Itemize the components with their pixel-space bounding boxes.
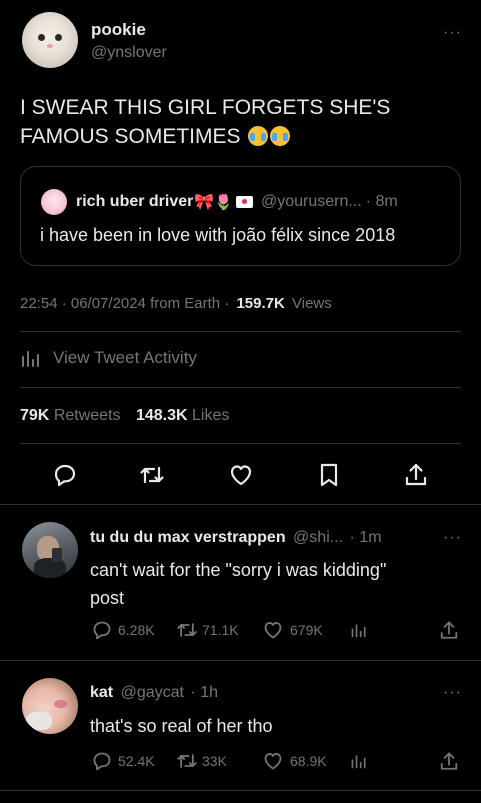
reply-button[interactable]: 52.4K (92, 751, 155, 771)
reply-icon (93, 621, 111, 640)
quote-text: i have been in love with joão félix sinc… (40, 225, 396, 245)
retweet-icon[interactable] (139, 463, 165, 487)
views-count: 159.7K (236, 295, 285, 312)
bookmark-icon[interactable] (318, 462, 340, 488)
analytics-icon[interactable] (350, 752, 368, 770)
share-icon[interactable] (439, 620, 459, 641)
like-icon (264, 753, 282, 770)
reply-button[interactable]: 6.28K (92, 620, 155, 640)
divider (20, 443, 461, 444)
reply-avatar[interactable] (22, 678, 78, 734)
tweet-meta: 22:54 · 06/07/2024 from Earth · 159.7K V… (20, 295, 332, 312)
like-button[interactable]: 679K (262, 620, 323, 640)
tweet-timestamp[interactable]: 22:54 · 06/07/2024 from Earth · (20, 295, 229, 312)
reply-time: · 1m (349, 529, 382, 546)
reply-handle[interactable]: @gaycat (121, 684, 184, 701)
tweet-text: I SWEAR THIS GIRL FORGETS SHE'S FAMOUS S… (20, 93, 390, 151)
retweet-count: 71.1K (202, 622, 239, 638)
quote-display-name[interactable]: rich uber driver (76, 193, 193, 211)
like-button[interactable]: 68.9K (262, 751, 327, 771)
retweets-stat[interactable]: 79K Retweets (20, 407, 121, 424)
retweet-button[interactable]: 71.1K (176, 620, 239, 640)
tulip-emoji-icon: 🌷 (214, 194, 233, 211)
analytics-icon[interactable] (350, 621, 368, 639)
author-avatar[interactable] (22, 12, 78, 68)
more-options-icon[interactable]: ··· (443, 530, 462, 546)
tweet-text-line-2: FAMOUS SOMETIMES (20, 125, 241, 148)
reply-count: 6.28K (118, 622, 155, 638)
more-options-icon[interactable]: ··· (443, 685, 462, 701)
share-icon[interactable] (439, 751, 459, 772)
divider (20, 331, 461, 332)
reply-text-line: post (90, 588, 125, 608)
author-display-name[interactable]: pookie (91, 20, 146, 40)
retweets-count: 79K (20, 407, 50, 424)
reply-display-name[interactable]: tu du du max verstrappen (90, 529, 286, 546)
reply-text: that's so real of her tho (90, 716, 273, 736)
crying-emoji-icon (248, 126, 269, 146)
likes-label: Likes (192, 407, 230, 424)
reply-icon (93, 752, 111, 771)
reply-count: 52.4K (118, 753, 155, 769)
divider (20, 387, 461, 388)
engagement-stats: 79K Retweets 148.3K Likes (20, 407, 229, 425)
tweet-text-line: I SWEAR THIS GIRL FORGETS SHE'S (20, 96, 391, 119)
reply-display-name[interactable]: kat (90, 684, 113, 701)
like-icon (264, 622, 282, 639)
divider (0, 504, 481, 505)
bow-emoji-icon: 🎀 (194, 194, 215, 211)
love-letter-emoji-icon (235, 196, 253, 208)
more-options-icon[interactable]: ··· (443, 25, 462, 41)
reply-header: tu du du max verstrappen @shi... · 1m (90, 529, 382, 547)
reply-text: can't wait for the "sorry i was kidding"… (90, 556, 386, 612)
reply-avatar[interactable] (22, 522, 78, 578)
retweet-button[interactable]: 33K (176, 751, 227, 771)
divider (0, 660, 481, 661)
retweet-icon (177, 623, 197, 637)
quote-header: rich uber driver 🎀 🌷 @yourusern... · 8m (76, 192, 398, 212)
like-count: 679K (290, 622, 323, 638)
likes-count: 148.3K (135, 407, 188, 424)
reply-icon[interactable] (53, 463, 77, 487)
views-label: Views (292, 295, 332, 312)
quote-time: · 8m (365, 193, 398, 210)
reply-text-line: can't wait for the "sorry i was kidding" (90, 560, 387, 580)
reply-time: · 1h (190, 684, 218, 701)
view-activity-label: View Tweet Activity (53, 348, 197, 367)
retweets-label: Retweets (53, 407, 121, 424)
quote-avatar[interactable] (41, 189, 67, 215)
reply-header: kat @gaycat · 1h (90, 684, 218, 702)
quoted-tweet[interactable] (20, 166, 461, 266)
quote-handle[interactable]: @yourusern... (261, 193, 362, 211)
reply-handle[interactable]: @shi... (293, 529, 343, 546)
author-handle[interactable]: @ynslover (91, 44, 167, 62)
likes-stat[interactable]: 148.3K Likes (136, 407, 229, 424)
view-activity-row[interactable]: View Tweet Activity (20, 347, 197, 369)
analytics-icon (22, 351, 39, 367)
share-icon[interactable] (404, 462, 428, 488)
crying-emoji-icon (270, 126, 291, 146)
retweet-icon (177, 754, 197, 768)
retweet-count: 33K (202, 753, 227, 769)
divider (0, 790, 481, 791)
tweet-text-line: FAMOUS SOMETIMES (20, 122, 390, 151)
like-icon[interactable] (228, 463, 254, 487)
like-count: 68.9K (290, 753, 327, 769)
